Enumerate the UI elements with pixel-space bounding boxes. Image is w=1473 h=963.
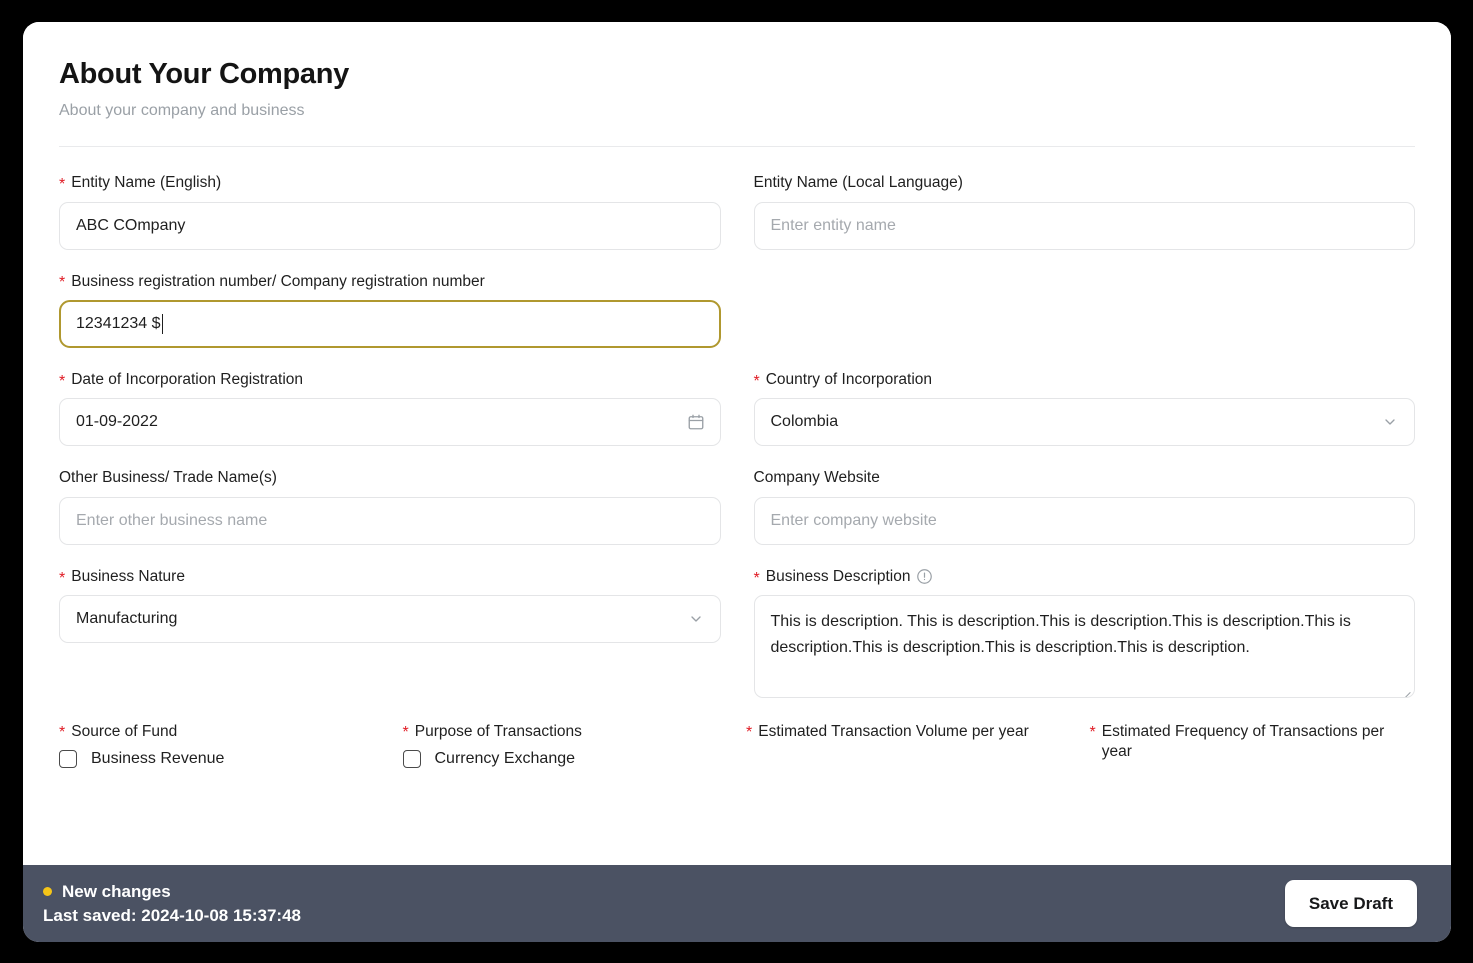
page-title: About Your Company — [59, 58, 349, 90]
label-text: Business registration number/ Company re… — [71, 272, 485, 290]
country-of-incorporation-select[interactable]: Colombia — [753, 398, 1415, 447]
required-asterisk-icon: * — [746, 724, 753, 742]
checkbox-business-revenue[interactable]: Business Revenue — [59, 749, 385, 768]
save-draft-button[interactable]: Save Draft — [1284, 880, 1417, 927]
new-changes-status: New changes — [43, 882, 301, 902]
checkbox-icon[interactable] — [59, 749, 77, 768]
label-text: Source of Fund — [71, 723, 178, 741]
company-website-placeholder: Enter company website — [770, 511, 937, 529]
date-of-incorporation-value: 01-09-2022 — [76, 413, 158, 431]
label-purpose-of-transactions: * Purpose of Transactions — [403, 722, 729, 741]
entity-name-local-placeholder: Enter entity name — [770, 216, 896, 234]
label-other-business-names: Other Business/ Trade Name(s) — [59, 468, 721, 487]
form-grid: * Entity Name (English) ABC COmpany Enti… — [59, 173, 1415, 720]
field-entity-name-english: * Entity Name (English) ABC COmpany — [59, 173, 721, 250]
date-of-incorporation-input[interactable]: 01-09-2022 — [59, 398, 721, 447]
header-divider — [59, 146, 1415, 148]
label-company-website: Company Website — [754, 468, 1416, 487]
other-business-names-placeholder: Enter other business name — [76, 511, 268, 529]
field-company-website: Company Website Enter company website — [753, 468, 1416, 545]
required-asterisk-icon: * — [59, 274, 66, 292]
required-asterisk-icon: * — [402, 724, 409, 742]
required-asterisk-icon: * — [59, 176, 66, 194]
status-dot-icon — [43, 887, 52, 896]
footer-status-bar: New changes Last saved: 2024-10-08 15:37… — [23, 865, 1451, 942]
company-website-input[interactable]: Enter company website — [753, 496, 1415, 545]
entity-name-english-value: ABC COmpany — [76, 216, 186, 234]
required-asterisk-icon: * — [59, 372, 66, 390]
required-asterisk-icon: * — [753, 569, 760, 587]
required-asterisk-icon: * — [59, 724, 66, 742]
field-other-business-names: Other Business/ Trade Name(s) Enter othe… — [59, 468, 721, 545]
footer-status-text: New changes Last saved: 2024-10-08 15:37… — [43, 882, 301, 926]
label-entity-name-local: Entity Name (Local Language) — [754, 173, 1416, 192]
label-text: Business Description — [765, 567, 911, 585]
label-text: Company Website — [753, 469, 880, 487]
label-country-of-incorporation: * Country of Incorporation — [754, 370, 1416, 389]
about-your-company-card: About Your Company About your company an… — [23, 22, 1451, 942]
form-scroll-area[interactable]: About Your Company About your company an… — [23, 22, 1451, 865]
label-estimated-frequency: * Estimated Frequency of Transactions pe… — [1090, 722, 1416, 761]
checkbox-group-purpose-of-transactions: * Purpose of Transactions Currency Excha… — [402, 722, 729, 769]
required-asterisk-icon: * — [753, 372, 760, 390]
checkbox-group-estimated-frequency: * Estimated Frequency of Transactions pe… — [1090, 722, 1416, 769]
chevron-down-icon[interactable] — [686, 609, 706, 629]
page-subtitle: About your company and business — [59, 102, 305, 120]
business-nature-value: Manufacturing — [76, 610, 178, 628]
field-date-of-incorporation: * Date of Incorporation Registration 01-… — [59, 370, 721, 447]
checkbox-group-estimated-transaction-volume: * Estimated Transaction Volume per year — [746, 722, 1072, 769]
checkbox-label: Currency Exchange — [434, 749, 576, 767]
checkbox-currency-exchange[interactable]: Currency Exchange — [402, 749, 729, 768]
label-business-description: * Business Description — [754, 567, 1416, 586]
label-text: Entity Name (Local Language) — [753, 174, 963, 192]
business-registration-number-input[interactable]: 12341234 $ — [59, 300, 721, 349]
label-business-nature: * Business Nature — [59, 567, 721, 586]
country-of-incorporation-value: Colombia — [770, 413, 839, 431]
label-text: Estimated Frequency of Transactions per … — [1101, 723, 1385, 760]
other-business-names-input[interactable]: Enter other business name — [59, 496, 721, 545]
label-text: Business Nature — [71, 567, 185, 585]
screen-background: About Your Company About your company an… — [0, 0, 1473, 963]
status-label: New changes — [62, 881, 171, 901]
field-business-description: * Business Description This is descripti… — [753, 567, 1416, 699]
required-asterisk-icon: * — [1089, 724, 1096, 742]
checkbox-groups-row: * Source of Fund Business Revenue * Purp… — [59, 722, 1415, 769]
field-country-of-incorporation: * Country of Incorporation Colombia — [753, 370, 1416, 447]
label-text: Purpose of Transactions — [414, 723, 582, 741]
business-description-value: This is description. This is description… — [770, 613, 1351, 657]
label-text: Date of Incorporation Registration — [71, 371, 304, 389]
required-asterisk-icon: * — [59, 569, 66, 587]
chevron-down-icon[interactable] — [1380, 412, 1400, 432]
label-text: Estimated Transaction Volume per year — [758, 723, 1029, 741]
entity-name-english-input[interactable]: ABC COmpany — [59, 201, 721, 250]
label-text: Country of Incorporation — [765, 371, 933, 389]
field-business-nature: * Business Nature Manufacturing — [59, 567, 721, 698]
entity-name-local-input[interactable]: Enter entity name — [753, 201, 1415, 250]
label-business-registration-number: * Business registration number/ Company … — [59, 272, 721, 291]
resize-handle-icon[interactable] — [1400, 683, 1411, 698]
label-date-of-incorporation: * Date of Incorporation Registration — [59, 370, 721, 389]
label-text: Entity Name (English) — [71, 174, 222, 192]
info-icon[interactable] — [916, 568, 933, 585]
label-estimated-transaction-volume: * Estimated Transaction Volume per year — [746, 722, 1072, 741]
checkbox-icon[interactable] — [402, 749, 421, 768]
business-description-textarea[interactable]: This is description. This is description… — [753, 595, 1415, 699]
business-registration-number-value: 12341234 $ — [76, 315, 161, 333]
checkbox-group-source-of-fund: * Source of Fund Business Revenue — [59, 722, 385, 769]
calendar-icon[interactable] — [686, 412, 706, 432]
label-text: Other Business/ Trade Name(s) — [59, 469, 277, 487]
label-source-of-fund: * Source of Fund — [59, 722, 385, 741]
last-saved-label: Last saved: 2024-10-08 15:37:48 — [43, 905, 301, 925]
checkbox-label: Business Revenue — [91, 749, 225, 767]
business-nature-select[interactable]: Manufacturing — [59, 595, 721, 644]
label-entity-name-english: * Entity Name (English) — [59, 173, 721, 192]
text-caret — [161, 314, 164, 335]
field-entity-name-local: Entity Name (Local Language) Enter entit… — [753, 173, 1416, 250]
field-business-registration-number: * Business registration number/ Company … — [59, 272, 721, 349]
